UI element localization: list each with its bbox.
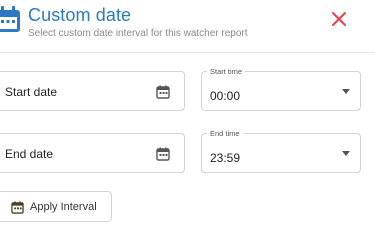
chevron-down-icon[interactable] [342,89,350,94]
chevron-down-icon[interactable] [342,151,350,156]
apply-interval-button[interactable]: Apply Interval [0,191,112,222]
start-time-value: 00:00 [210,89,241,103]
close-icon[interactable] [330,10,348,28]
start-time-label: Start time [207,67,246,76]
calendar-icon [0,6,20,32]
end-time-label: End time [207,129,243,138]
calendar-icon [11,201,24,214]
end-time-value: 23:59 [210,151,241,165]
apply-interval-label: Apply Interval [30,201,97,213]
start-time-select[interactable]: Start time 00:00 [201,67,361,111]
end-time-select[interactable]: End time 23:59 [201,129,361,173]
start-date-field[interactable]: Start date [0,71,185,111]
end-date-placeholder: End date [5,147,54,161]
dialog-subtitle: Select custom date interval for this wat… [28,28,248,39]
dialog-header: Custom date Select custom date interval … [0,0,375,53]
dialog-title: Custom date [28,5,132,25]
calendar-icon[interactable] [156,85,170,99]
start-date-placeholder: Start date [5,85,58,99]
calendar-icon[interactable] [156,147,170,161]
end-date-field[interactable]: End date [0,133,185,173]
